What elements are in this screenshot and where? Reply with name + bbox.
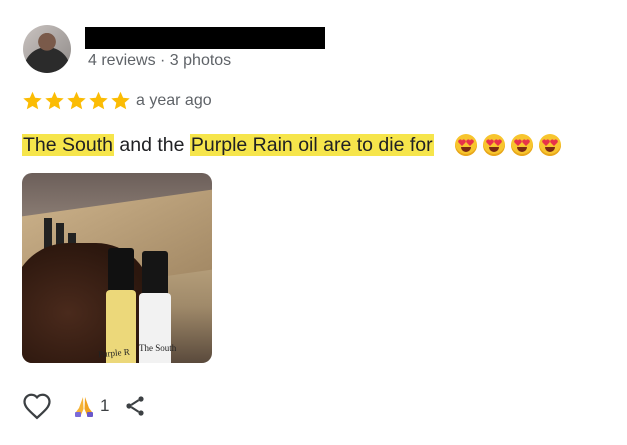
bottle-label-right: The South — [139, 343, 177, 353]
reaction-count: 1 — [100, 396, 110, 415]
star-rating — [22, 90, 131, 111]
photo-bottle-yellow — [106, 248, 136, 363]
star-icon — [111, 91, 130, 110]
star-icon — [23, 91, 42, 110]
smiling-face-with-heart-eyes-icon — [539, 134, 561, 156]
smiling-face-with-heart-eyes-icon — [511, 134, 533, 156]
review-photo[interactable]: Purple R The South — [22, 173, 212, 363]
praying-hands-icon[interactable] — [72, 394, 96, 418]
review-text-part: and the — [113, 134, 190, 156]
star-icon — [89, 91, 108, 110]
highlighted-text: Purple Rain oil are to die for — [189, 134, 434, 156]
smiling-face-with-heart-eyes-icon — [455, 134, 477, 156]
star-icon — [45, 91, 64, 110]
review-text: The South and the Purple Rain oil are to… — [22, 131, 434, 159]
review-actions: 1 — [22, 392, 147, 420]
review-time: a year ago — [136, 92, 212, 109]
highlighted-text: The South — [22, 134, 114, 156]
reviewer-meta[interactable]: 4 reviews · 3 photos — [88, 52, 231, 70]
reviewer-name-redacted — [85, 27, 325, 49]
star-icon — [67, 91, 86, 110]
smiling-face-with-heart-eyes-icon — [483, 134, 505, 156]
emoji-group — [455, 134, 561, 156]
share-icon[interactable] — [123, 393, 147, 419]
reviewer-avatar[interactable] — [23, 25, 71, 73]
like-heart-icon[interactable] — [22, 392, 52, 420]
